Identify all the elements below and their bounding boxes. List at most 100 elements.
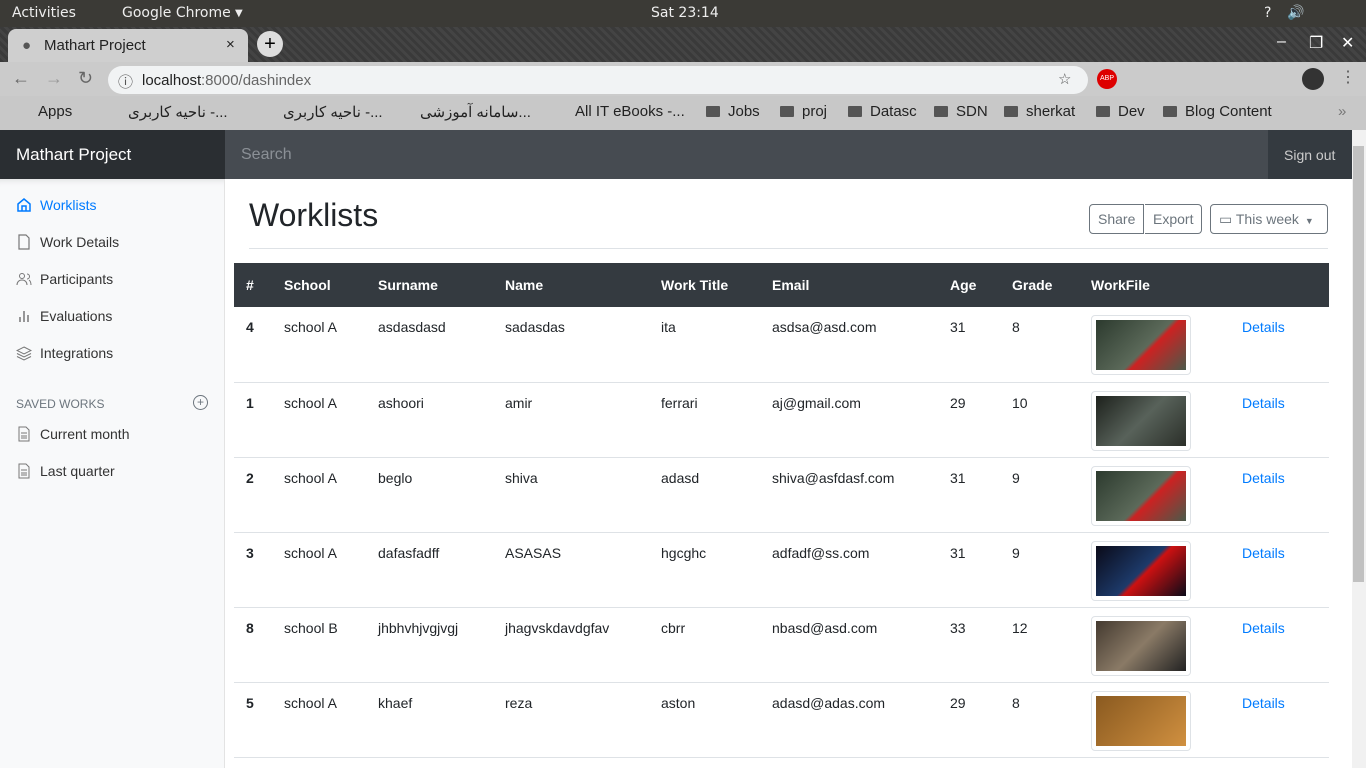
bookmark-folder[interactable]: Blog Content: [1163, 103, 1272, 120]
table-cell: 29: [938, 682, 1000, 758]
table-cell: 8: [234, 607, 272, 683]
details-link[interactable]: Details: [1242, 395, 1285, 411]
main-content: Worklists Share Export ▭ This week ▼ # Sch…: [225, 179, 1352, 764]
close-tab-icon[interactable]: ×: [226, 36, 235, 53]
reload-icon[interactable]: ↻: [78, 68, 93, 89]
bookmark-folder[interactable]: Datasc: [848, 103, 917, 120]
share-button[interactable]: Share: [1089, 204, 1145, 234]
adblock-icon[interactable]: ABP: [1097, 69, 1117, 89]
folder-icon: [780, 106, 794, 117]
table-cell: school A: [272, 457, 366, 533]
divider: [249, 248, 1328, 249]
restore-icon[interactable]: ❐: [1309, 33, 1323, 53]
menu-icon[interactable]: ⋮: [1340, 67, 1356, 87]
sidebar-item-integrations[interactable]: Integrations: [16, 345, 113, 365]
scrollbar-thumb[interactable]: [1353, 146, 1364, 582]
folder-icon: [848, 106, 862, 117]
table-cell: reza: [493, 682, 649, 758]
add-saved-work-icon[interactable]: +: [193, 395, 208, 410]
bookmark[interactable]: سامانه آموزشی...: [420, 103, 531, 121]
folder-label: sherkat: [1026, 103, 1076, 120]
sidebar-item-evaluations[interactable]: Evaluations: [16, 308, 112, 328]
sidebar-item-label: Worklists: [40, 197, 97, 213]
bookmark-apps[interactable]: Apps: [38, 103, 72, 120]
activities-button[interactable]: Activities: [12, 5, 76, 21]
forward-icon[interactable]: →: [45, 68, 63, 89]
date-range-dropdown[interactable]: ▭ This week ▼: [1210, 204, 1328, 234]
table-cell: ashoori: [366, 382, 493, 458]
details-link[interactable]: Details: [1242, 319, 1285, 335]
table-cell: adasd: [649, 457, 760, 533]
workfile-thumbnail[interactable]: [1091, 540, 1191, 601]
details-link[interactable]: Details: [1242, 545, 1285, 561]
details-link[interactable]: Details: [1242, 470, 1285, 486]
sidebar-item-current-month[interactable]: Current month: [16, 426, 129, 446]
bookmark-folder[interactable]: sherkat: [1004, 103, 1075, 120]
details-cell: Details: [1230, 532, 1329, 608]
sidebar-item-last-quarter[interactable]: Last quarter: [16, 463, 115, 483]
table-cell: amir: [493, 382, 649, 458]
workfile-thumbnail[interactable]: [1091, 615, 1191, 676]
workfile-thumbnail[interactable]: [1091, 465, 1191, 526]
table-cell: jhbhvhjvgjvgj: [366, 607, 493, 683]
new-tab-button[interactable]: +: [257, 31, 283, 57]
star-icon[interactable]: ☆: [1058, 70, 1071, 88]
workfile-image: [1096, 395, 1186, 446]
more-bookmarks-icon[interactable]: »: [1338, 103, 1346, 120]
back-icon[interactable]: ←: [12, 68, 30, 89]
browser-toolbar: ← → ↻ ⓘ localhost :8000/dashindex ☆ ABP …: [0, 62, 1366, 96]
profile-avatar[interactable]: [1302, 68, 1324, 90]
clock[interactable]: Sat 23:14: [651, 5, 719, 21]
browser-tab[interactable]: ● Mathart Project ×: [8, 29, 248, 62]
table-cell: school B: [272, 607, 366, 683]
table-cell: 12: [1000, 607, 1079, 683]
column-header: School: [272, 263, 366, 307]
bookmark-folder[interactable]: SDN: [934, 103, 988, 120]
workfile-cell: [1079, 382, 1230, 458]
sidebar-item-work-details[interactable]: Work Details: [16, 234, 119, 254]
bookmark-folder[interactable]: proj: [780, 103, 827, 120]
chevron-down-icon[interactable]: ▼: [235, 8, 243, 19]
workfile-cell: [1079, 457, 1230, 533]
workfile-thumbnail[interactable]: [1091, 690, 1191, 751]
help-icon[interactable]: ?: [1264, 5, 1271, 21]
bookmark[interactable]: ناحیه کاربری -...: [283, 103, 383, 121]
bookmark[interactable]: ناحیه کاربری -...: [128, 103, 228, 121]
bookmark-folder[interactable]: Dev: [1096, 103, 1145, 120]
folder-icon: [934, 106, 948, 117]
workfile-image: [1096, 470, 1186, 521]
sign-out-link[interactable]: Sign out: [1284, 147, 1335, 163]
table-cell: khaef: [366, 682, 493, 758]
details-link[interactable]: Details: [1242, 620, 1285, 636]
sidebar-item-participants[interactable]: Participants: [16, 271, 113, 291]
navbar: Mathart Project Sign out: [0, 130, 1352, 179]
table-cell: 31: [938, 307, 1000, 383]
sidebar-item-label: Participants: [40, 271, 114, 287]
column-header: [1230, 263, 1329, 307]
workfile-thumbnail[interactable]: [1091, 315, 1191, 375]
table-cell: dafasfadff: [366, 532, 493, 608]
app-menu[interactable]: Google Chrome: [122, 5, 231, 21]
bookmark[interactable]: All IT eBooks -...: [575, 103, 685, 120]
bookmark-folder[interactable]: Jobs: [706, 103, 760, 120]
table-cell: 9: [1000, 532, 1079, 608]
sidebar-item-label: Work Details: [40, 234, 120, 250]
table-cell: 10: [1000, 382, 1079, 458]
column-header: Work Title: [649, 263, 760, 307]
workfile-thumbnail[interactable]: [1091, 390, 1191, 451]
folder-icon: [1004, 106, 1018, 117]
search-input[interactable]: [225, 130, 1268, 179]
brand[interactable]: Mathart Project: [0, 130, 225, 179]
table-cell: 29: [938, 382, 1000, 458]
details-cell: Details: [1230, 607, 1329, 683]
workfile-cell: [1079, 532, 1230, 608]
sidebar-item-worklists[interactable]: Worklists: [16, 197, 97, 217]
export-button[interactable]: Export: [1145, 204, 1203, 234]
details-link[interactable]: Details: [1242, 695, 1285, 711]
window-close-icon[interactable]: ✕: [1341, 33, 1354, 53]
column-header: WorkFile: [1079, 263, 1230, 307]
file-text-icon: [18, 463, 30, 479]
address-bar[interactable]: ⓘ localhost :8000/dashindex ☆: [108, 66, 1088, 94]
minimize-icon[interactable]: –: [1277, 33, 1286, 51]
volume-icon[interactable]: 🔊: [1287, 5, 1304, 21]
